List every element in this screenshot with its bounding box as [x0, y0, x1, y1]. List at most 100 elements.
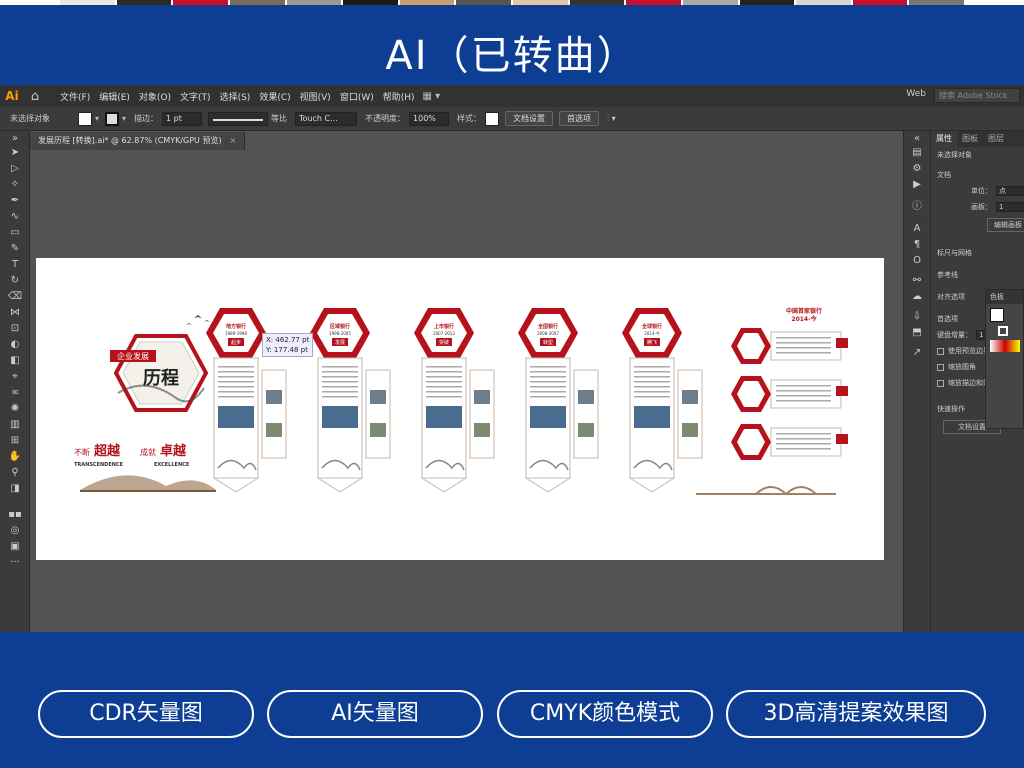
character-icon[interactable]: A: [904, 221, 930, 237]
stage-thumb: [266, 423, 282, 437]
width-tool-icon[interactable]: ⋈: [0, 305, 30, 321]
artboard[interactable]: 企业发展 历程 不断 超越 成就 卓越 TRANSCENDENCE EXCELL…: [36, 258, 884, 560]
fill-swatch[interactable]: [990, 308, 1004, 322]
rectangle-tool-icon[interactable]: ▭: [0, 225, 30, 241]
stage-tag: 腾飞: [647, 339, 657, 346]
variable-width-profile[interactable]: [208, 111, 269, 126]
home-icon[interactable]: ⌂: [24, 89, 46, 104]
opentype-icon[interactable]: O: [904, 253, 930, 269]
tab-artboards[interactable]: 图板: [957, 131, 983, 147]
curvature-tool-icon[interactable]: ∿: [0, 209, 30, 225]
slogan-1a: 不断: [74, 447, 90, 457]
artboard-input[interactable]: 1: [996, 202, 1024, 212]
scale-strokes-checkbox[interactable]: [937, 379, 944, 387]
assets-icon[interactable]: ⚙: [904, 161, 930, 177]
menu-select[interactable]: 选择(S): [220, 90, 251, 103]
slogan-2a: 成就: [140, 447, 156, 457]
type-tool-icon[interactable]: T: [0, 257, 30, 273]
menu-edit[interactable]: 编辑(E): [99, 90, 130, 103]
hand-tool-icon[interactable]: ✋: [0, 449, 30, 465]
stock-search-input[interactable]: 搜索 Adobe Stock: [934, 88, 1020, 103]
tab-document[interactable]: 发展历程 [转换].ai* @ 62.87% (CMYK/GPU 预览) ×: [30, 132, 246, 150]
stroke-swatch[interactable]: [105, 111, 120, 126]
fill-swatch[interactable]: [78, 111, 92, 126]
style-swatch[interactable]: [485, 111, 500, 126]
eraser-tool-icon[interactable]: ⌫: [0, 289, 30, 305]
tab-properties[interactable]: 属性: [931, 131, 957, 147]
document-setup-button[interactable]: 文档设置: [505, 111, 554, 126]
eyedropper-icon[interactable]: ⌖: [0, 369, 30, 385]
blend-tool-icon[interactable]: ∞: [0, 385, 30, 401]
artboard-tool-icon[interactable]: ⊞: [0, 433, 30, 449]
tab-layers[interactable]: 图层: [983, 131, 1009, 147]
menu-view[interactable]: 视图(V): [300, 90, 331, 103]
export-icon[interactable]: ⇩: [904, 309, 930, 325]
screen-mode-icon[interactable]: ▣: [0, 539, 30, 555]
zoom-tool-icon[interactable]: ⚲: [0, 465, 30, 481]
collapse-icon[interactable]: »: [0, 131, 30, 145]
cc-libraries-icon[interactable]: ☁: [904, 289, 930, 305]
shape-builder-icon[interactable]: ◐: [0, 337, 30, 353]
chevron-down-icon[interactable]: ▾: [95, 114, 99, 123]
close-icon[interactable]: ×: [230, 136, 237, 145]
document-tabs: 发展历程 [转换].ai* @ 62.87% (CMYK/GPU 预览) ×: [30, 132, 246, 150]
preview-bounds-checkbox[interactable]: [937, 347, 944, 355]
menu-help[interactable]: 帮助(H): [383, 90, 415, 103]
fill-stroke-icon[interactable]: ◨: [0, 481, 30, 507]
more-tools-icon[interactable]: ···: [0, 555, 30, 571]
pen-tool-icon[interactable]: ✒: [0, 193, 30, 209]
draw-mode-icon[interactable]: ◎: [0, 523, 30, 539]
menu-type[interactable]: 文字(T): [180, 90, 211, 103]
control-bar: 未选择对象 ▾ ▾ 描边： 1 pt 等比 Touch C... 不透明度： 1…: [0, 107, 1024, 131]
chevron-down-icon[interactable]: ▾: [122, 114, 126, 123]
play-icon[interactable]: ▶: [904, 177, 930, 193]
open-external-icon[interactable]: ↗: [904, 345, 930, 361]
menu-object[interactable]: 对象(O): [139, 90, 171, 103]
graph-tool-icon[interactable]: ▥: [0, 417, 30, 433]
menu-effect[interactable]: 效果(C): [259, 90, 290, 103]
units-select[interactable]: 点: [996, 186, 1024, 196]
document-tab-title: 发展历程 [转换].ai* @ 62.87% (CMYK/GPU 预览): [38, 136, 222, 145]
stroke-swatch[interactable]: [998, 326, 1008, 336]
stage-years: 2007-2013: [433, 331, 455, 336]
image-trace-icon[interactable]: ▤: [904, 145, 930, 161]
stage-thumb: [578, 423, 594, 437]
edit-artboard-button[interactable]: 编辑画板: [987, 218, 1024, 232]
paragraph-icon[interactable]: ¶: [904, 237, 930, 253]
info-icon[interactable]: ⓘ: [904, 199, 930, 215]
align-icon[interactable]: ⫶ ▾: [607, 114, 616, 124]
free-transform-icon[interactable]: ⊡: [0, 321, 30, 337]
menu-file[interactable]: 文件(F): [60, 90, 90, 103]
stage-thumb: [682, 390, 698, 404]
color-spectrum[interactable]: [990, 340, 1020, 352]
cmyk-mode-pill: CMYK颜色模式: [497, 690, 713, 738]
selection-status: 未选择对象: [10, 114, 50, 123]
magic-wand-icon[interactable]: ✧: [0, 177, 30, 193]
color-mode-icon[interactable]: ▪▪: [0, 507, 30, 523]
tooltip-x: X: 462.77 pt: [266, 336, 310, 344]
preferences-button[interactable]: 首选项: [559, 111, 600, 126]
arrange-documents-icon[interactable]: ▦ ▾: [423, 91, 441, 102]
scale-corners-checkbox[interactable]: [937, 363, 944, 371]
links-icon[interactable]: ⚯: [904, 273, 930, 289]
tools-panel: » ➤ ▷ ✧ ✒ ∿ ▭ ✎ T ↻ ⌫ ⋈ ⊡ ◐ ◧ ⌖ ∞ ✺ ▥ ⊞ …: [0, 131, 30, 632]
opacity-input[interactable]: 100%: [409, 111, 450, 126]
ai-vector-pill: AI矢量图: [267, 690, 483, 738]
asset-export-icon[interactable]: ⬒: [904, 325, 930, 341]
rotate-tool-icon[interactable]: ↻: [0, 273, 30, 289]
symbol-sprayer-icon[interactable]: ✺: [0, 401, 30, 417]
stage-thumb: [266, 390, 282, 404]
stroke-weight-input[interactable]: 1 pt: [162, 111, 203, 126]
stage-name: 上市银行: [434, 323, 454, 330]
profile-label[interactable]: 等比: [271, 113, 287, 124]
brush-select[interactable]: Touch C...: [295, 111, 358, 126]
pencil-tool-icon[interactable]: ✎: [0, 241, 30, 257]
direct-selection-tool-icon[interactable]: ▷: [0, 161, 30, 177]
menu-window[interactable]: 窗口(W): [340, 90, 374, 103]
stage-tag: 起步: [231, 340, 241, 346]
selection-tool-icon[interactable]: ➤: [0, 145, 30, 161]
tooltip-y: Y: 177.48 pt: [266, 346, 308, 354]
collapse-icon[interactable]: «: [904, 131, 930, 145]
workspace-switcher[interactable]: Web: [906, 89, 926, 99]
gradient-tool-icon[interactable]: ◧: [0, 353, 30, 369]
